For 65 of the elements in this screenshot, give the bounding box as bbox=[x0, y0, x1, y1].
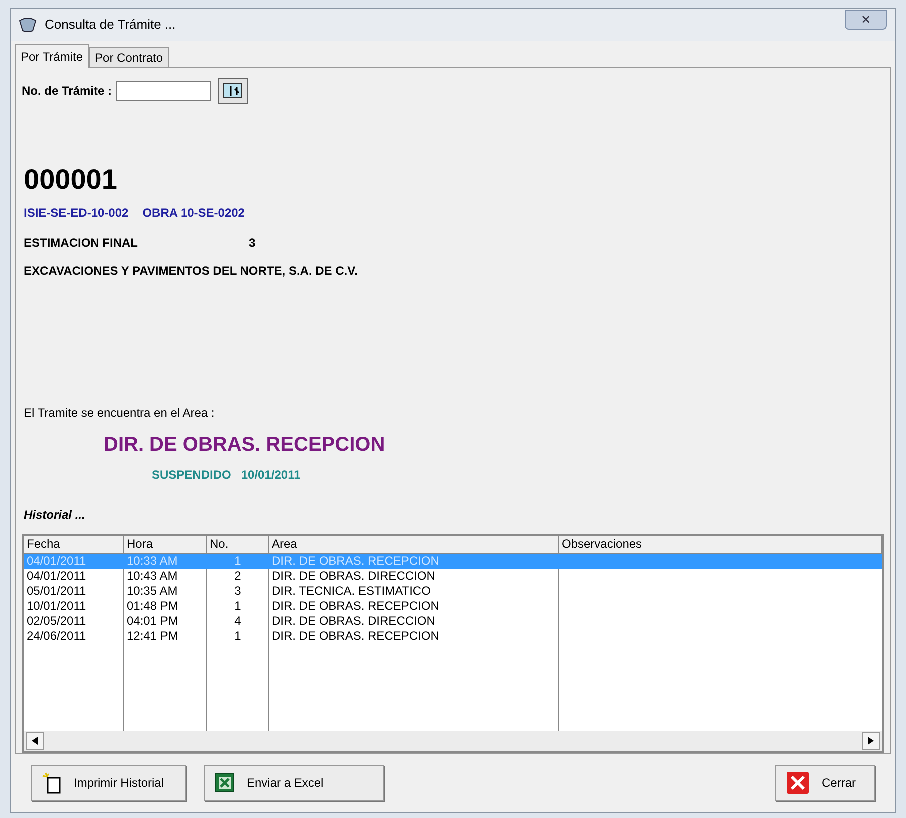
table-cell-text: 04/01/2011 bbox=[26, 554, 88, 569]
table-row[interactable]: 10/01/2011 01:48 PM 1 DIR. DE OBRAS. RECEPCION bbox=[24, 599, 882, 614]
table-row[interactable]: 05/01/2011 10:35 AM 3 DIR. TECNICA. ESTIMATICO bbox=[24, 584, 882, 599]
table-cell-text: 4 bbox=[234, 614, 242, 629]
scroll-left-button[interactable] bbox=[26, 732, 44, 750]
right-arrow-icon bbox=[868, 737, 874, 745]
shell-icon bbox=[19, 17, 37, 33]
table-cell-text: 10:43 AM bbox=[126, 569, 179, 584]
company-name: EXCAVACIONES Y PAVIMENTOS DEL NORTE, S.A. DE C.V. bbox=[24, 263, 359, 280]
table-cell-text: DIR. DE OBRAS. DIRECCION bbox=[271, 614, 436, 629]
spreadsheet-icon bbox=[215, 773, 235, 793]
table-cell-text: 01:48 PM bbox=[126, 599, 180, 614]
table-cell-text: 10:35 AM bbox=[126, 584, 179, 599]
window-title: Consulta de Trámite ... bbox=[45, 16, 176, 34]
area-label: El Tramite se encuentra en el Area : bbox=[23, 405, 216, 422]
tramite-number: 000001 bbox=[24, 163, 118, 197]
close-button[interactable]: Cerrar bbox=[775, 765, 875, 801]
table-cell-text: 1 bbox=[234, 599, 242, 614]
close-icon bbox=[786, 771, 810, 795]
table-cell-text: DIR. TECNICA. ESTIMATICO bbox=[271, 584, 432, 599]
table-cell-text: DIR. DE OBRAS. RECEPCION bbox=[271, 554, 440, 569]
status-date: 10/01/2011 bbox=[241, 467, 301, 484]
table-cell-text: 3 bbox=[234, 584, 242, 599]
lookup-icon bbox=[223, 83, 244, 99]
table-cell-text: 10:33 AM bbox=[126, 554, 179, 569]
document-icon bbox=[42, 772, 62, 794]
column-header[interactable]: Fecha bbox=[24, 536, 124, 553]
table-cell-text: DIR. DE OBRAS. RECEPCION bbox=[271, 629, 440, 644]
table-cell-text: 24/06/2011 bbox=[26, 629, 88, 644]
horizontal-scrollbar[interactable] bbox=[24, 731, 882, 751]
concept-number: 3 bbox=[249, 235, 256, 252]
table-cell-text: 02/05/2011 bbox=[26, 614, 88, 629]
table-row[interactable]: 02/05/2011 04:01 PM 4 DIR. DE OBRAS. DIRECCION bbox=[24, 614, 882, 629]
column-header[interactable]: Hora bbox=[124, 536, 207, 553]
close-button[interactable]: ✕ bbox=[845, 10, 887, 30]
table-row[interactable]: 04/01/2011 10:43 AM 2 DIR. DE OBRAS. DIRECCION bbox=[24, 569, 882, 584]
scroll-right-button[interactable] bbox=[862, 732, 880, 750]
table-cell-text: 04/01/2011 bbox=[26, 569, 88, 584]
tab[interactable]: Por Contrato bbox=[89, 47, 170, 67]
table-cell-text: 1 bbox=[234, 629, 242, 644]
excel-button[interactable]: Enviar a Excel bbox=[204, 765, 384, 801]
column-header[interactable]: No. bbox=[207, 536, 269, 553]
column-header[interactable]: Area bbox=[269, 536, 559, 553]
current-area: DIR. DE OBRAS. RECEPCION bbox=[22, 432, 884, 458]
status-text: SUSPENDIDO bbox=[152, 467, 232, 484]
tramite-code: ISIE-SE-ED-10-002 bbox=[24, 205, 129, 222]
history-title: Historial ... bbox=[23, 507, 86, 524]
search-button[interactable] bbox=[218, 78, 248, 104]
table-row[interactable]: 24/06/2011 12:41 PM 1 DIR. DE OBRAS. RECEPCION bbox=[24, 629, 882, 644]
table-cell-text: 12:41 PM bbox=[126, 629, 180, 644]
left-arrow-icon bbox=[32, 737, 38, 745]
table-cell-text: 05/01/2011 bbox=[26, 584, 88, 599]
print-button[interactable]: Imprimir Historial bbox=[31, 765, 186, 801]
table-cell-text: DIR. DE OBRAS. DIRECCION bbox=[271, 569, 436, 584]
column-header[interactable]: Observaciones bbox=[559, 536, 882, 553]
table-cell-text: 04:01 PM bbox=[126, 614, 180, 629]
table-cell-text: 1 bbox=[234, 554, 242, 569]
concept-text: ESTIMACION FINAL bbox=[24, 235, 139, 252]
obra-code: OBRA 10-SE-0202 bbox=[142, 205, 245, 222]
tab[interactable]: Por Trámite bbox=[15, 44, 90, 68]
input-field[interactable] bbox=[116, 81, 212, 101]
field-label: No. de Trámite : bbox=[22, 83, 112, 100]
table-cell-text: 10/01/2011 bbox=[26, 599, 88, 614]
table-cell-text: 2 bbox=[234, 569, 242, 584]
table-cell-text: DIR. DE OBRAS. RECEPCION bbox=[271, 599, 440, 614]
